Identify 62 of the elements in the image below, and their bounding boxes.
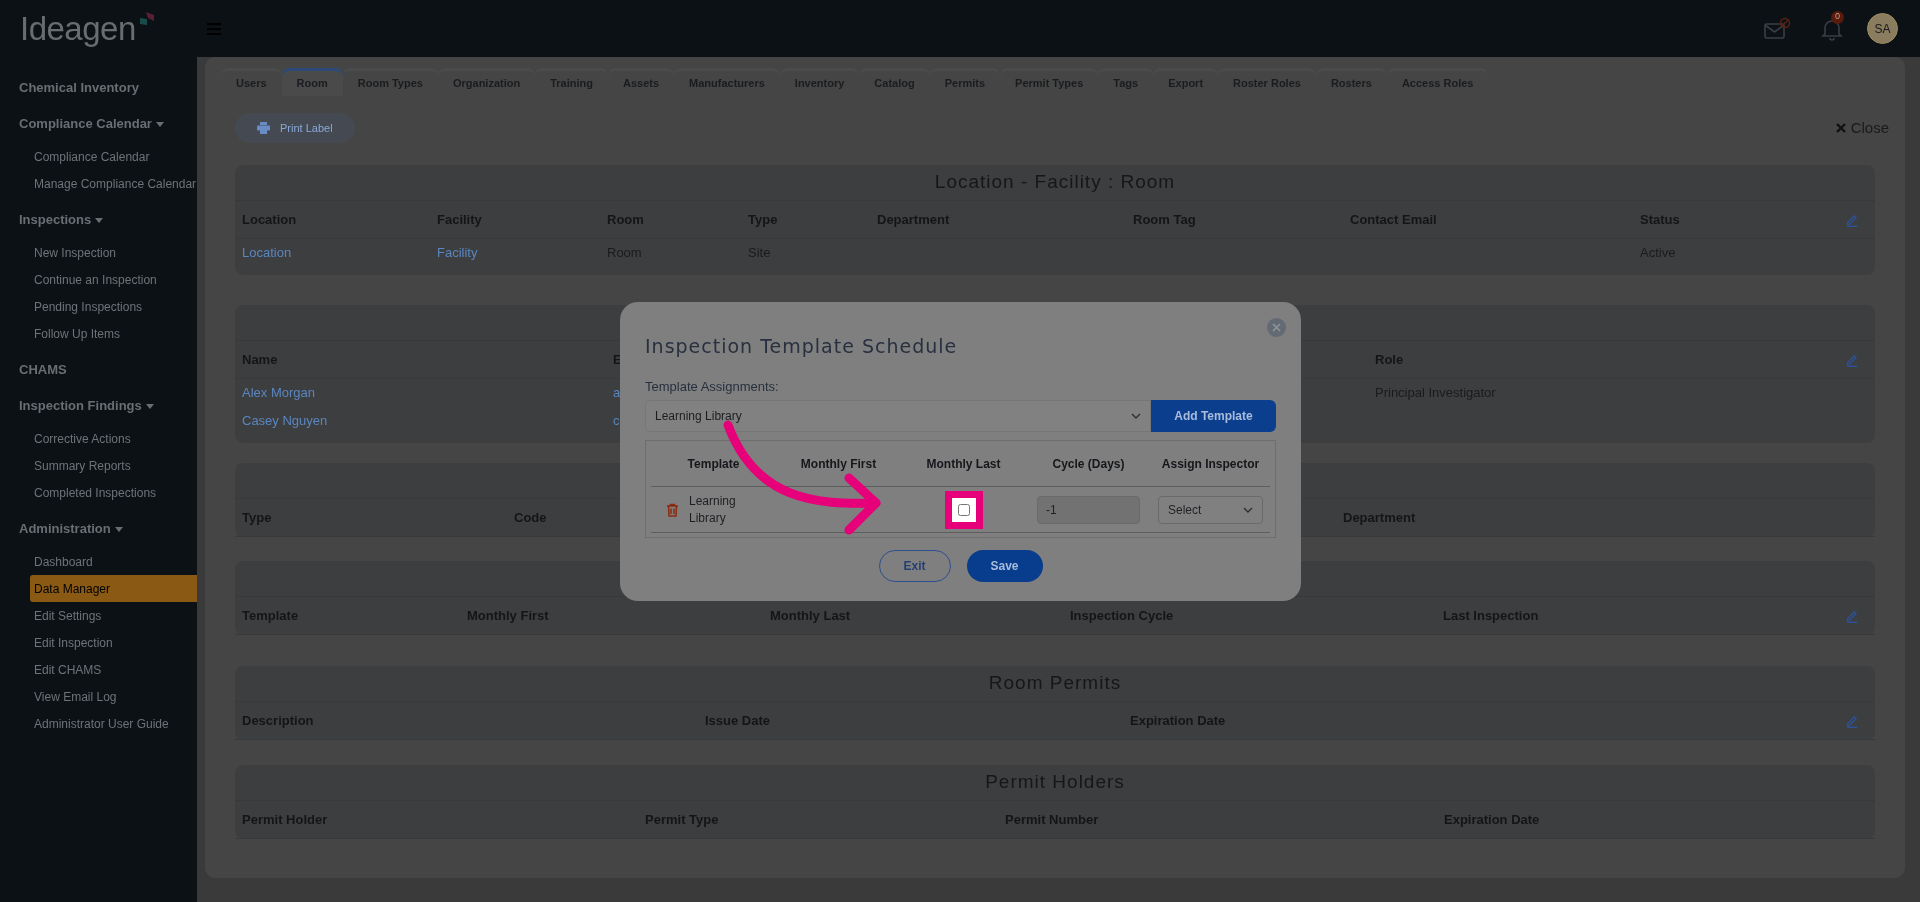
caret-icon — [114, 526, 123, 532]
field-label: Template Assignments: — [645, 377, 780, 396]
sidebar-item[interactable]: Corrective Actions — [30, 425, 197, 452]
chevron-down-icon — [1131, 413, 1141, 419]
save-button[interactable]: Save — [966, 550, 1043, 582]
edit-icon[interactable] — [1845, 213, 1859, 227]
logo: Ideagen — [20, 8, 136, 49]
sidebar-item[interactable]: New Inspection — [30, 239, 197, 266]
edit-icon[interactable] — [1845, 609, 1859, 623]
column-header: Monthly Last — [926, 455, 1001, 473]
sidebar-item[interactable]: Continue an Inspection — [30, 266, 197, 293]
table-link[interactable]: c — [613, 411, 620, 431]
sidebar-group[interactable]: Inspection Findings — [0, 393, 197, 419]
user-avatar[interactable]: SA — [1867, 13, 1898, 44]
caret-icon — [145, 403, 154, 409]
sidebar-group[interactable]: Inspections — [0, 207, 197, 233]
template-name: Learning Library — [689, 492, 737, 527]
sidebar-item[interactable]: Administrator User Guide — [30, 710, 197, 737]
column-header: Template — [687, 455, 740, 473]
table-link[interactable]: Location — [242, 243, 292, 263]
sidebar-item[interactable]: Edit CHAMS — [30, 656, 197, 683]
column-header: Assign Inspector — [1161, 455, 1260, 473]
checkbox[interactable] — [957, 503, 970, 516]
caret-icon — [155, 121, 164, 127]
sidebar-group[interactable]: Compliance Calendar — [0, 111, 197, 137]
sidebar-item[interactable]: Completed Inspections — [30, 479, 197, 506]
close-icon — [1835, 123, 1846, 133]
cycle-field[interactable]: -1 — [1037, 495, 1140, 524]
mail-icon[interactable] — [1763, 16, 1791, 41]
print-label-button[interactable]: Print Label — [235, 113, 355, 143]
printer-icon — [257, 122, 270, 134]
sidebar-item[interactable]: Compliance Calendar — [30, 143, 197, 170]
sidebar-item[interactable]: Manage Compliance Calendar — [30, 170, 197, 197]
close-icon[interactable] — [1267, 318, 1286, 337]
sidebar-group[interactable]: CHAMS — [0, 357, 197, 383]
template-select[interactable]: Learning Library — [645, 400, 1151, 432]
chevron-down-icon — [1243, 506, 1253, 513]
modal-title: Inspection Template Schedule — [645, 334, 959, 359]
table-link[interactable]: a — [613, 383, 621, 403]
sidebar-item[interactable]: Edit Inspection — [30, 629, 197, 656]
notification-badge: 0 — [1831, 10, 1844, 24]
caret-icon — [95, 217, 104, 223]
sidebar-item[interactable]: View Email Log — [30, 683, 197, 710]
sidebar-item[interactable]: Data Manager — [30, 575, 197, 602]
logo-mark-icon — [137, 11, 154, 28]
table-link[interactable]: Alex Morgan — [242, 383, 315, 403]
trash-icon[interactable] — [666, 502, 679, 517]
edit-icon[interactable] — [1845, 353, 1859, 367]
sidebar-group[interactable]: Administration — [0, 516, 197, 542]
add-template-button[interactable]: Add Template — [1151, 400, 1276, 432]
sidebar-item[interactable]: Edit Settings — [30, 602, 197, 629]
table-link[interactable]: Casey Nguyen — [242, 411, 328, 431]
sidebar-group[interactable]: Chemical Inventory — [0, 75, 197, 101]
column-header: Monthly First — [800, 455, 877, 473]
sidebar-item[interactable]: Pending Inspections — [30, 293, 197, 320]
sidebar-item[interactable]: Dashboard — [30, 548, 197, 575]
sidebar-item[interactable]: Follow Up Items — [30, 320, 197, 347]
table-link[interactable]: Facility — [437, 243, 478, 263]
edit-icon[interactable] — [1845, 714, 1859, 728]
column-header: Cycle (Days) — [1052, 455, 1125, 473]
sidebar-item[interactable]: Summary Reports — [30, 452, 197, 479]
inspector-select[interactable]: Select — [1158, 495, 1263, 524]
